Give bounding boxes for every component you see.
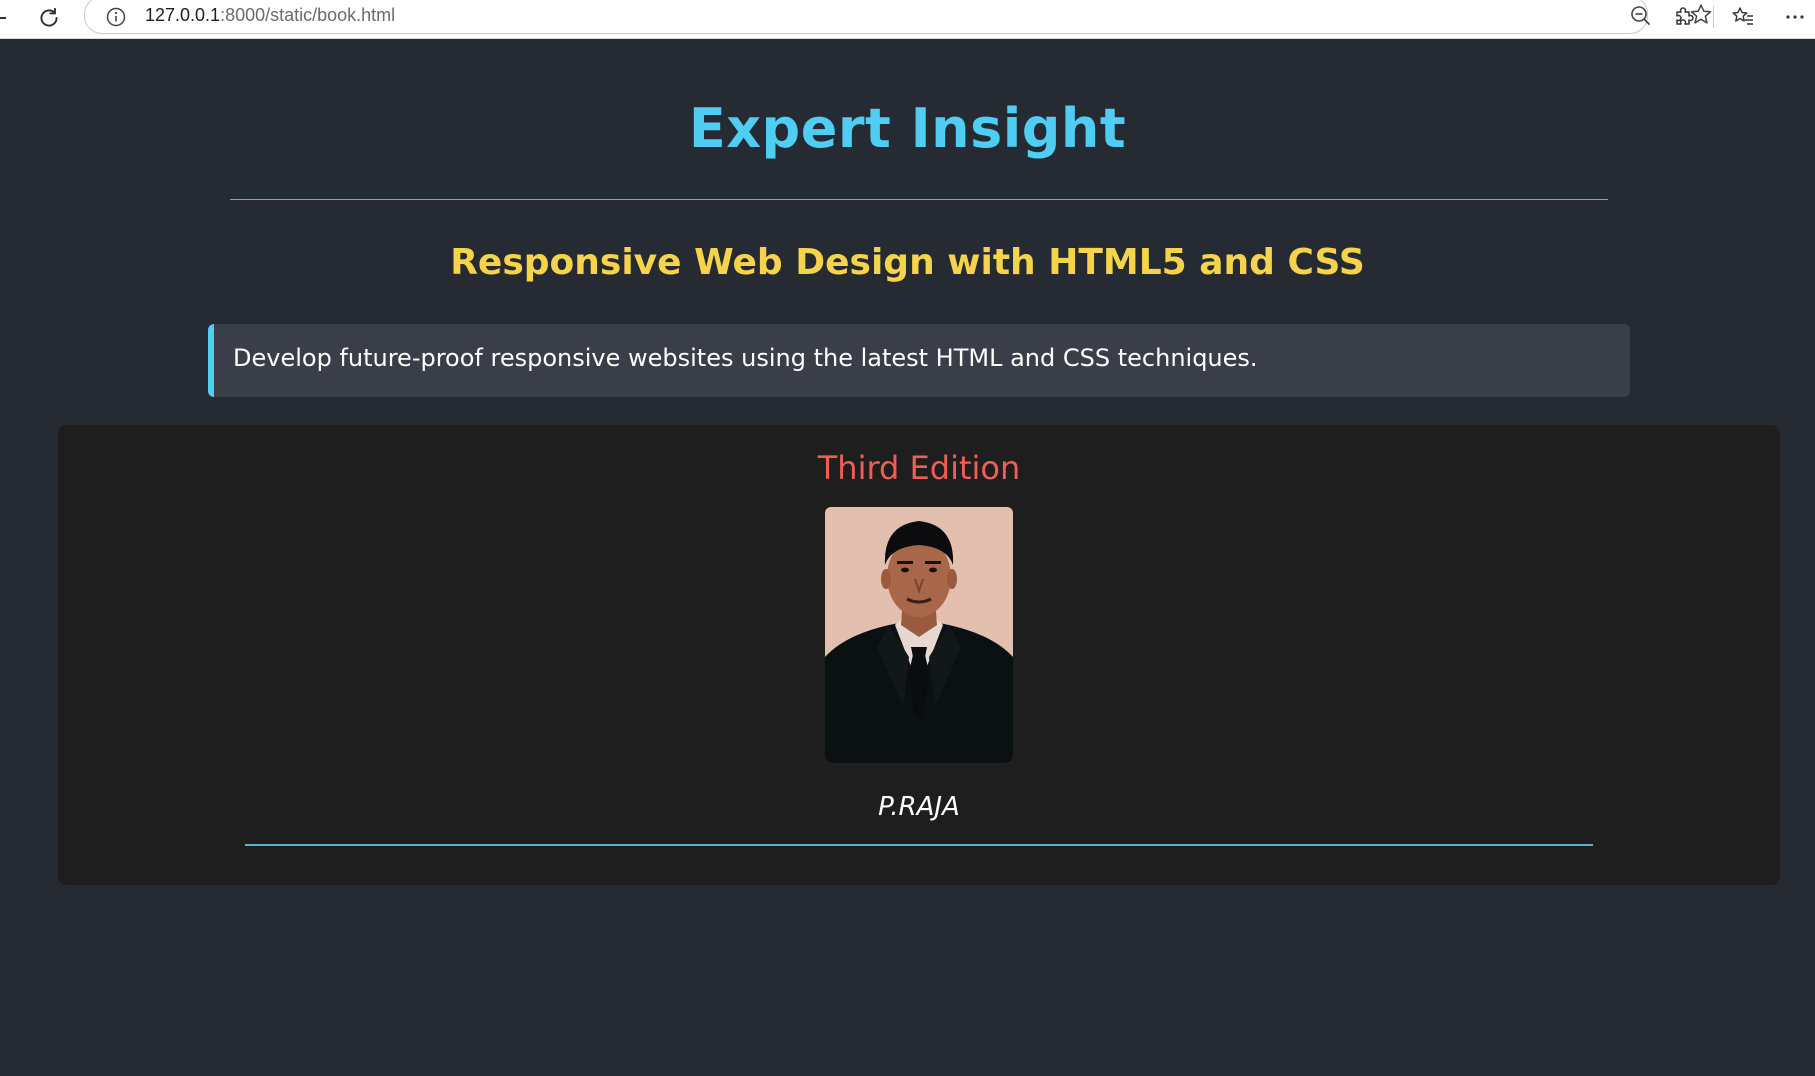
info-icon[interactable] xyxy=(105,6,127,28)
page-title: Expert Insight xyxy=(688,97,1127,160)
favorites-icon[interactable] xyxy=(1728,2,1758,32)
extensions-icon[interactable] xyxy=(1668,2,1698,32)
url-host: 127.0.0.1 xyxy=(145,5,221,25)
zoom-out-icon[interactable] xyxy=(1626,1,1656,31)
edition-label: Third Edition xyxy=(817,449,1021,487)
url-path: :8000/static/book.html xyxy=(220,5,396,25)
author-card: Third Edition P.RAJA xyxy=(58,425,1780,885)
page-content: Expert Insight Responsive Web Design wit… xyxy=(0,39,1815,1076)
author-name: P.RAJA xyxy=(878,792,960,822)
author-photo xyxy=(825,507,1013,763)
back-icon[interactable] xyxy=(0,8,10,28)
toolbar-separator xyxy=(1713,6,1714,28)
book-title: Responsive Web Design with HTML5 and CSS xyxy=(450,242,1365,283)
card-divider xyxy=(245,844,1593,846)
reload-icon[interactable] xyxy=(34,3,64,33)
address-bar[interactable]: 127.0.0.1:8000/static/book.html xyxy=(84,0,1712,34)
browser-toolbar: 127.0.0.1:8000/static/book.html xyxy=(0,0,1815,39)
title-divider xyxy=(230,199,1608,200)
more-icon[interactable] xyxy=(1780,2,1810,32)
description-blockquote: Develop future-proof responsive websites… xyxy=(208,324,1630,397)
description-text: Develop future-proof responsive websites… xyxy=(233,344,1258,372)
url-text: 127.0.0.1:8000/static/book.html xyxy=(145,5,395,26)
